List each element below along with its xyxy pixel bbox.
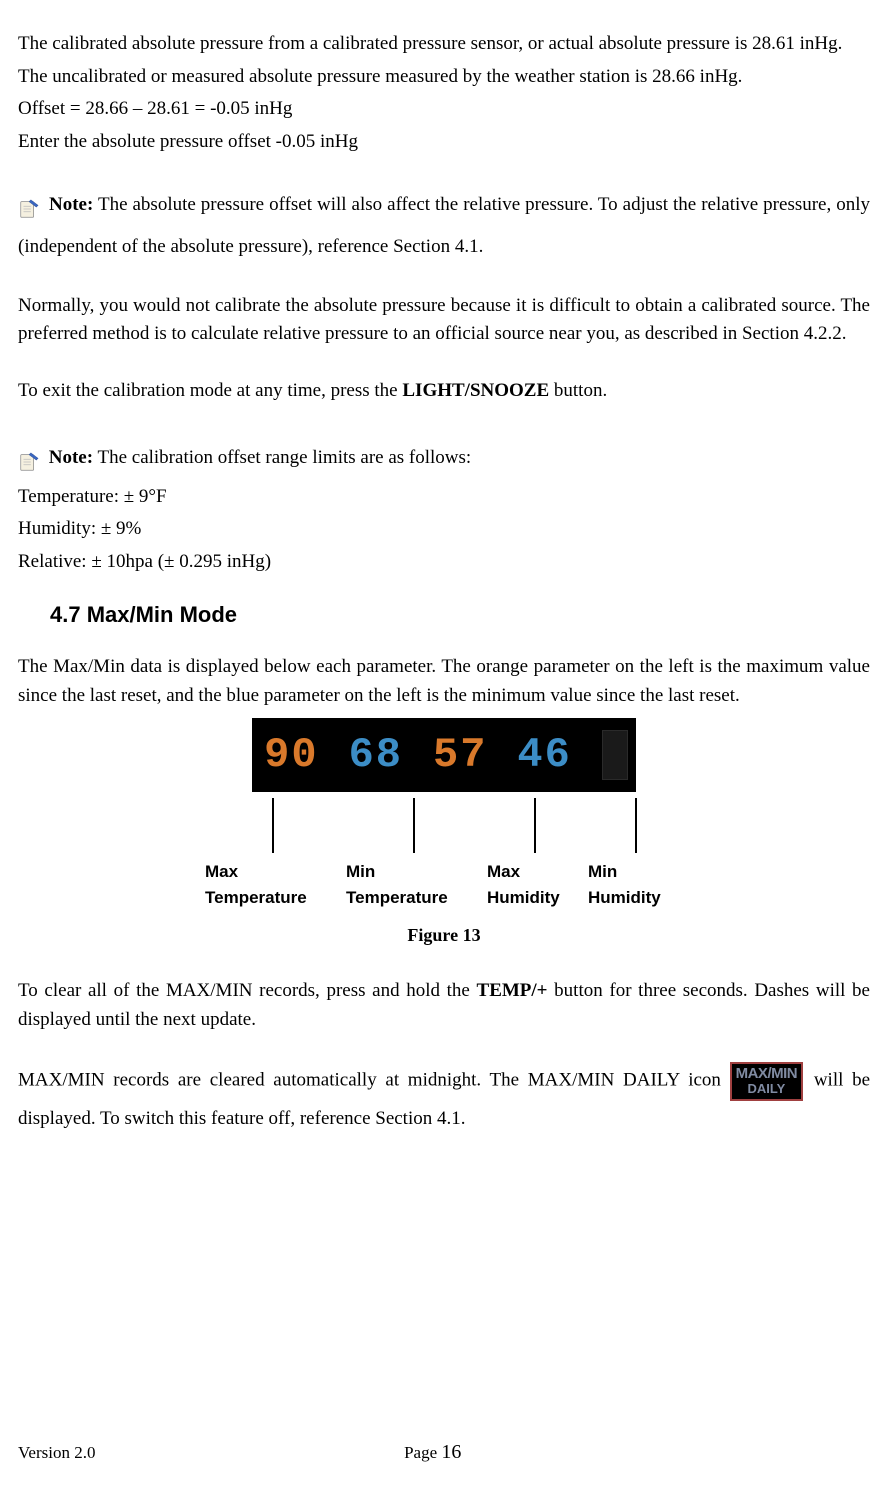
max-temp-value: 90 (264, 734, 318, 776)
paragraph-exit-calibration: To exit the calibration mode at any time… (18, 377, 870, 406)
light-snooze-label: LIGHT/SNOOZE (402, 380, 549, 401)
note-absolute-pressure: Note: The absolute pressure offset will … (18, 184, 870, 268)
exit-text-after: button. (549, 380, 607, 401)
paragraph-auto-clear: MAX/MIN records are cleared automaticall… (18, 1062, 870, 1137)
min-temp-value: 68 (349, 734, 403, 776)
label-max: Max (205, 862, 238, 881)
page-label: Page (404, 1443, 441, 1462)
page-footer: Version 2.0 Page 16 (18, 1437, 870, 1467)
limit-humidity: Humidity: ± 9% (18, 515, 870, 544)
temp-plus-label: TEMP/+ (477, 980, 548, 1001)
display-labels: Max Temperature Min Temperature Max Humi… (18, 798, 870, 910)
heading-maxmin-mode: 4.7 Max/Min Mode (50, 598, 870, 631)
label-temperature: Temperature (205, 888, 307, 907)
offset-limit-list: Temperature: ± 9°F Humidity: ± 9% Relati… (18, 483, 870, 577)
note-text: The absolute pressure offset will also a… (18, 194, 870, 257)
label-min: Min (346, 862, 375, 881)
paragraph-clear-records: To clear all of the MAX/MIN records, pre… (18, 977, 870, 1034)
label-max: Max (487, 862, 520, 881)
label-humidity: Humidity (487, 888, 560, 907)
note-text: The calibration offset range limits are … (93, 447, 471, 468)
label-min-humidity: Min Humidity (588, 798, 683, 910)
footer-version: Version 2.0 (18, 1440, 95, 1466)
label-max-temp: Max Temperature (205, 798, 340, 910)
label-min: Min (588, 862, 617, 881)
paragraph-maxmin-desc: The Max/Min data is displayed below each… (18, 653, 870, 710)
min-humidity-value: 46 (517, 734, 571, 776)
paragraph-normally: Normally, you would not calibrate the ab… (18, 292, 870, 349)
maxmin-daily-icon: MAX/MIN DAILY (730, 1062, 804, 1101)
lcd-display-panel: 90 68 57 46 (252, 718, 636, 792)
note-offset-limits: Note: The calibration offset range limit… (18, 437, 870, 479)
limit-temperature: Temperature: ± 9°F (18, 483, 870, 512)
paragraph-offset-calc: Offset = 28.66 – 28.61 = -0.05 inHg (18, 95, 870, 124)
paragraph-enter-offset: Enter the absolute pressure offset -0.05… (18, 128, 870, 157)
label-humidity: Humidity (588, 888, 661, 907)
limit-relative: Relative: ± 10hpa (± 0.295 inHg) (18, 548, 870, 577)
maxmin-icon-top-text: MAX/MIN (736, 1066, 798, 1081)
note-icon (18, 447, 40, 469)
note-icon (18, 194, 40, 216)
maxmin-icon-bot-text: DAILY (736, 1081, 798, 1097)
label-temperature: Temperature (346, 888, 448, 907)
label-min-temp: Min Temperature (346, 798, 481, 910)
display-end-block (602, 730, 628, 780)
note-label: Note: (49, 194, 93, 215)
figure-caption: Figure 13 (18, 922, 870, 949)
figure-13: 90 68 57 46 Max Temperature Min Temperat… (18, 718, 870, 949)
clear-text-before: To clear all of the MAX/MIN records, pre… (18, 980, 477, 1001)
paragraph-uncalibrated-pressure: The uncalibrated or measured absolute pr… (18, 63, 870, 92)
paragraph-calibrated-pressure: The calibrated absolute pressure from a … (18, 30, 870, 59)
label-max-humidity: Max Humidity (487, 798, 582, 910)
auto-clear-before: MAX/MIN records are cleared automaticall… (18, 1070, 730, 1091)
max-humidity-value: 57 (433, 734, 487, 776)
page-number: 16 (441, 1441, 461, 1463)
footer-page: Page 16 (95, 1437, 870, 1467)
note-label: Note: (49, 447, 93, 468)
exit-text-before: To exit the calibration mode at any time… (18, 380, 402, 401)
